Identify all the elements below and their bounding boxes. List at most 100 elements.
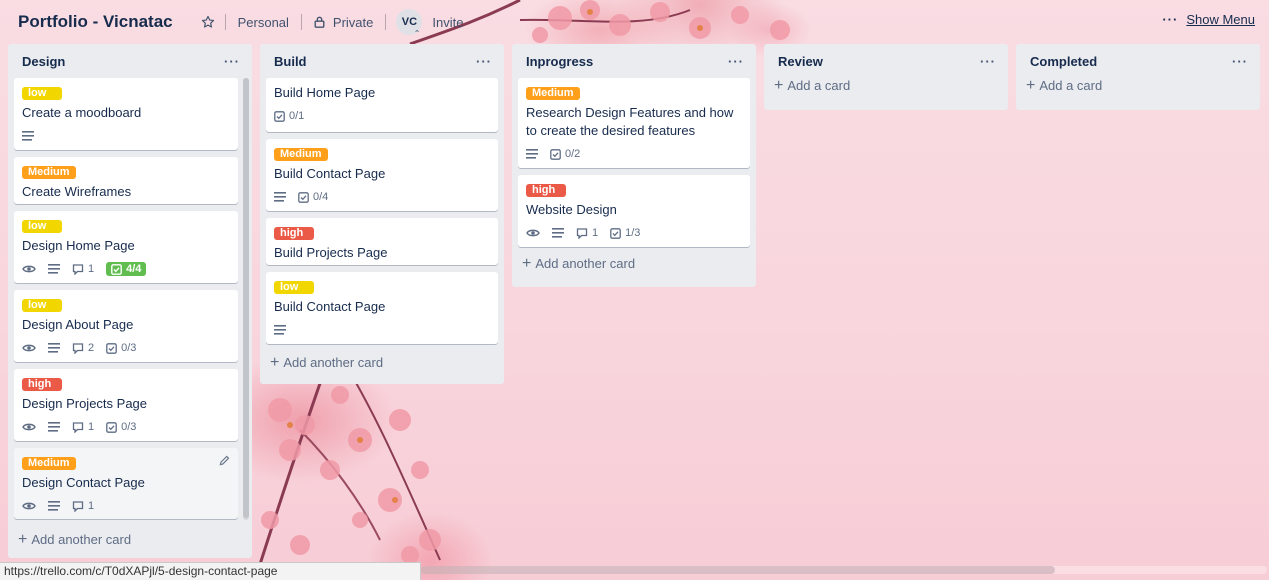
board-scrollbar[interactable] [421, 566, 1267, 574]
add-card-button[interactable]: + Add another card [260, 351, 504, 380]
list-title[interactable]: Build [274, 54, 307, 69]
list-title[interactable]: Review [778, 54, 823, 69]
card[interactable]: Build Home Page 0/1 [266, 78, 498, 132]
card-label: Medium [22, 166, 76, 179]
avatar[interactable]: VC ⌃ [396, 9, 423, 38]
list-title[interactable]: Completed [1030, 54, 1097, 69]
checklist-icon [111, 263, 123, 275]
list-header: Review ··· [764, 44, 1008, 78]
card[interactable]: Medium Research Design Features and how … [518, 78, 750, 168]
card-label: low [274, 281, 314, 294]
comment-count: 1 [88, 263, 95, 275]
team-visibility-button[interactable]: Personal [230, 8, 297, 36]
plus-icon: + [270, 353, 280, 371]
checklist-badge: 0/3 [106, 421, 136, 433]
list-title[interactable]: Design [22, 54, 65, 69]
link-preview-status: https://trello.com/c/T0dXAPjl/5-design-c… [0, 562, 421, 580]
privacy-label: Private [332, 14, 374, 30]
scrollbar-thumb[interactable] [421, 566, 1055, 574]
lock-icon [314, 16, 325, 28]
card[interactable]: Medium Build Contact Page 0/4 [266, 139, 498, 211]
board-title[interactable]: Portfolio - Vicnatac [18, 12, 173, 32]
card-container: Medium Research Design Features and how … [512, 78, 756, 247]
card-title: Build Home Page [274, 85, 376, 100]
header-divider [385, 14, 387, 30]
description-icon [552, 228, 564, 238]
list-header: Build ··· [260, 44, 504, 78]
add-card-label: Add a card [1039, 78, 1103, 93]
comment-icon [72, 421, 84, 433]
list-header: Design ··· [8, 44, 252, 78]
checklist-icon [298, 191, 309, 203]
scrollbar-thumb[interactable] [243, 78, 249, 518]
description-icon [48, 501, 60, 511]
checklist-icon [550, 148, 561, 160]
plus-icon: + [774, 76, 784, 94]
list-menu-icon[interactable]: ··· [980, 54, 996, 69]
card[interactable]: low Design About Page 2 0/3 [14, 290, 238, 362]
add-card-button[interactable]: + Add a card [1016, 76, 1260, 103]
checklist-count: 4/4 [126, 263, 142, 275]
watch-icon [22, 343, 36, 353]
add-card-label: Add another card [535, 256, 636, 271]
card[interactable]: high Website Design 1 1/3 [518, 175, 750, 247]
show-menu-label: Show Menu [1186, 12, 1255, 27]
card[interactable]: Medium Create Wireframes [14, 157, 238, 204]
add-card-button[interactable]: + Add another card [8, 526, 139, 557]
plus-icon: + [18, 530, 28, 548]
checklist-icon [274, 110, 285, 122]
checklist-badge: 0/3 [106, 342, 136, 354]
comments-badge: 2 [72, 342, 94, 354]
list-menu-icon[interactable]: ··· [224, 54, 240, 69]
card-badges: 2 0/3 [22, 339, 230, 357]
list-inprogress: Inprogress ··· Medium Research Design Fe… [512, 44, 756, 287]
checklist-icon [610, 227, 621, 239]
card[interactable]: low Create a moodboard [14, 78, 238, 150]
list-completed: Completed ··· + Add a card [1016, 44, 1260, 110]
privacy-button[interactable]: Private [306, 8, 381, 36]
card-title: Research Design Features and how to crea… [526, 105, 734, 138]
card-title: Create a moodboard [22, 105, 142, 120]
card-label: Medium [526, 87, 580, 100]
description-icon [22, 131, 34, 141]
checklist-count: 0/1 [289, 110, 305, 122]
list-scrollbar[interactable] [243, 78, 249, 520]
pencil-icon[interactable] [219, 454, 230, 469]
card-label: low [22, 87, 62, 100]
description-icon [274, 192, 286, 202]
card-label: low [22, 220, 62, 233]
card-title: Build Contact Page [274, 166, 386, 181]
list-title[interactable]: Inprogress [526, 54, 593, 69]
card[interactable]: high Build Projects Page [266, 218, 498, 265]
card-title: Design Home Page [22, 238, 135, 253]
list-menu-icon[interactable]: ··· [476, 54, 492, 69]
card[interactable]: high Design Projects Page 1 0/3 [14, 369, 238, 441]
card-title: Design About Page [22, 317, 134, 332]
add-card-button[interactable]: + Add a card [764, 76, 1008, 103]
checklist-count: 0/3 [121, 342, 137, 354]
list-header: Completed ··· [1016, 44, 1260, 78]
checklist-badge: 0/2 [550, 148, 580, 160]
add-card-button[interactable]: + Add another card [512, 254, 756, 281]
invite-button[interactable]: Invite [430, 8, 471, 36]
plus-icon: + [1026, 76, 1036, 94]
checklist-icon [106, 342, 117, 354]
comment-icon [72, 263, 84, 275]
card-label: high [22, 378, 62, 391]
comments-badge: 1 [576, 227, 598, 239]
card[interactable]: low Build Contact Page [266, 272, 498, 344]
list-design: Design ··· low Create a moodboard Medium… [8, 44, 252, 558]
comments-badge: 1 [72, 263, 94, 275]
card[interactable]: Medium Design Contact Page 1 [14, 448, 238, 519]
show-menu-button[interactable]: ··· Show Menu [1162, 12, 1255, 27]
card-title: Build Projects Page [274, 245, 388, 260]
comment-count: 1 [88, 500, 95, 512]
card[interactable]: low Design Home Page 1 4/4 [14, 211, 238, 283]
card-badges: 1 4/4 [22, 260, 230, 278]
card-label: high [526, 184, 566, 197]
list-menu-icon[interactable]: ··· [1232, 54, 1248, 69]
star-button[interactable] [195, 8, 221, 36]
list-menu-icon[interactable]: ··· [728, 54, 744, 69]
description-icon [526, 149, 538, 159]
checklist-badge: 0/1 [274, 110, 304, 122]
